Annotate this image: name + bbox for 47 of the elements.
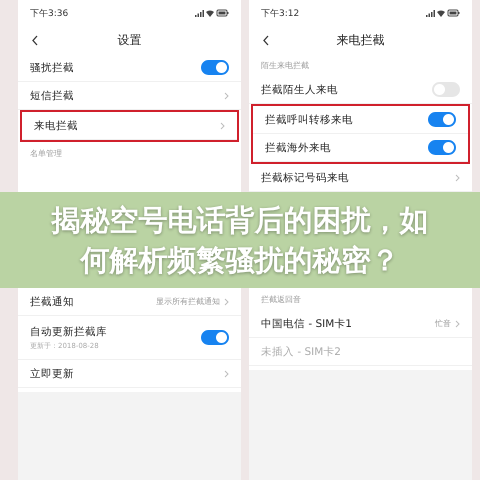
settings-row[interactable]: 来电拦截 bbox=[22, 112, 237, 140]
chevron-icon bbox=[224, 370, 229, 378]
settings-row[interactable]: 短信拦截 bbox=[18, 82, 241, 110]
row-value: 显示所有拦截通知 bbox=[156, 296, 220, 307]
status-icons bbox=[426, 9, 460, 17]
chevron-icon bbox=[224, 298, 229, 306]
row-label: 来电拦截 bbox=[34, 118, 78, 132]
row-label: 中国电信 - SIM卡1 bbox=[261, 316, 352, 330]
row-value: 忙音 bbox=[435, 318, 451, 329]
settings-row[interactable]: 拦截通知 显示所有拦截通知 bbox=[18, 288, 241, 316]
toggle-switch[interactable] bbox=[428, 140, 456, 155]
row-label: 短信拦截 bbox=[30, 88, 74, 102]
status-icons bbox=[195, 9, 229, 17]
settings-row[interactable]: 拦截海外来电 bbox=[253, 134, 468, 162]
settings-row[interactable]: 立即更新 bbox=[18, 360, 241, 388]
toggle-switch[interactable] bbox=[201, 330, 229, 345]
chevron-icon bbox=[220, 122, 225, 130]
status-time: 下午3:12 bbox=[261, 8, 300, 20]
chevron-icon bbox=[455, 174, 460, 182]
row-label: 骚扰拦截 bbox=[30, 60, 74, 74]
back-icon[interactable] bbox=[32, 34, 38, 46]
chevron-icon bbox=[455, 320, 460, 328]
row-label: 未插入 - SIM卡2 bbox=[261, 344, 341, 358]
settings-row[interactable]: 中国电信 - SIM卡1 忙音 bbox=[249, 310, 472, 338]
chevron-icon bbox=[224, 92, 229, 100]
toggle-switch[interactable] bbox=[201, 60, 229, 75]
settings-row[interactable]: 拦截呼叫转移来电 bbox=[253, 106, 468, 134]
section-header: 陌生来电拦截 bbox=[261, 60, 309, 70]
screen-title: 设置 bbox=[118, 32, 142, 48]
section-header: 拦截返回音 bbox=[261, 294, 301, 304]
row-label: 拦截陌生人来电 bbox=[261, 82, 338, 96]
toggle-switch[interactable] bbox=[428, 112, 456, 127]
row-label: 拦截标记号码来电 bbox=[261, 170, 349, 184]
row-label: 立即更新 bbox=[30, 366, 74, 380]
row-label: 自动更新拦截库 bbox=[30, 324, 107, 338]
row-label: 拦截通知 bbox=[30, 294, 74, 308]
section-header: 名单管理 bbox=[30, 148, 62, 158]
settings-row[interactable]: 拦截陌生人来电 bbox=[249, 76, 472, 104]
back-icon[interactable] bbox=[263, 34, 269, 46]
row-label: 拦截海外来电 bbox=[265, 140, 331, 154]
headline-text: 揭秘空号电话背后的困扰，如 bbox=[52, 202, 428, 239]
row-label: 拦截呼叫转移来电 bbox=[265, 112, 353, 126]
settings-row[interactable]: 骚扰拦截 bbox=[18, 54, 241, 82]
toggle-switch[interactable] bbox=[432, 82, 460, 97]
status-time: 下午3:36 bbox=[30, 8, 68, 20]
headline-text: 何解析频繁骚扰的秘密？ bbox=[80, 242, 400, 279]
screen-title: 来电拦截 bbox=[336, 32, 384, 48]
